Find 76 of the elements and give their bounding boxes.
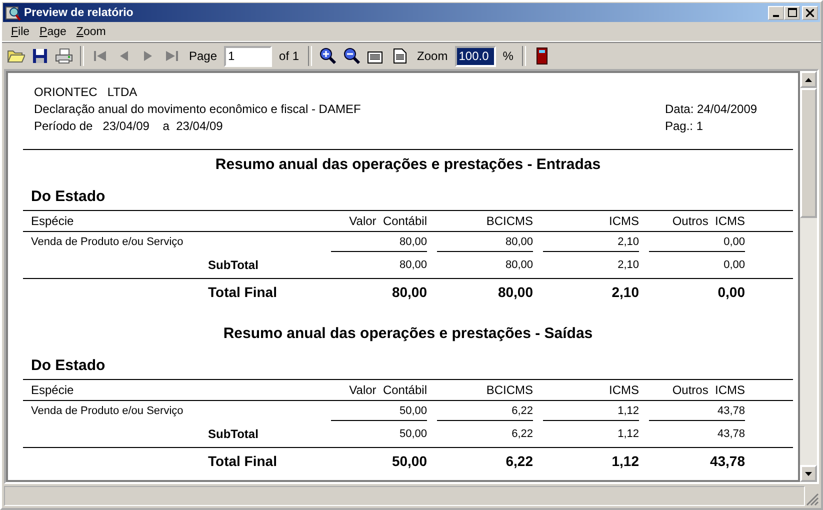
menu-item[interactable]: Zoom — [71, 26, 111, 38]
subtotal-label: SubTotal — [207, 427, 260, 441]
table-cell-text: 6,22 — [504, 453, 533, 469]
column-header: ICMS — [608, 214, 639, 228]
group-title: Do Estado — [31, 188, 106, 207]
table-cell-text: 80,00 — [398, 259, 427, 271]
page-number: Pag.: 1 — [665, 119, 704, 133]
table-cell-text: 1,12 — [616, 428, 639, 440]
table-cell: 80,00 — [331, 232, 427, 252]
report-date: Data: 24/04/2009 — [665, 102, 758, 116]
table-cell-text: 0,00 — [716, 284, 745, 300]
percent-label: % — [502, 49, 514, 63]
subtotal-label: SubTotal — [207, 258, 260, 272]
row-label: Venda de Produto e/ou Serviço — [30, 236, 184, 248]
column-header: BCICMS — [485, 214, 533, 228]
page-field[interactable]: 1 — [224, 46, 272, 66]
maximize-icon — [788, 8, 796, 17]
scroll-down-button[interactable] — [800, 465, 817, 482]
table-cell-text: 0,00 — [722, 259, 745, 271]
zoom-label: Zoom — [416, 49, 449, 63]
company-name: ORIONTEC LTDA — [34, 85, 138, 99]
table-cell-text: 43,78 — [708, 453, 745, 469]
down-arrow-icon — [805, 472, 812, 476]
table-cell-text: 50,00 — [398, 428, 427, 440]
group-title: Do Estado — [31, 357, 106, 376]
page-label: Page — [188, 49, 218, 63]
scroll-up-button[interactable] — [800, 71, 817, 88]
total-label: Total Final — [207, 453, 278, 469]
table-cell: 0,00 — [649, 232, 745, 252]
zoom-field[interactable]: 100.0 — [454, 46, 496, 66]
table-cell-text: 2,10 — [610, 284, 639, 300]
table-cell: 6,22 — [437, 402, 533, 420]
menu-item[interactable]: File — [6, 26, 35, 38]
zoom-out-icon[interactable] — [342, 46, 362, 66]
column-header: Espécie — [30, 383, 75, 397]
table-cell-text: 50,00 — [390, 453, 427, 469]
column-header: ICMS — [608, 383, 639, 397]
report-description: Declaração anual do movimento econômico e fiscal - DAMEF — [34, 102, 361, 116]
table-cell-text: 1,12 — [610, 453, 639, 469]
resize-grip-icon[interactable] — [805, 492, 819, 506]
table-cell-text: 2,10 — [616, 259, 639, 271]
scrollbar-thumb[interactable] — [800, 88, 817, 218]
maximize-button[interactable] — [784, 6, 800, 20]
column-header: Valor Contábil — [348, 214, 427, 228]
column-header: Espécie — [30, 214, 75, 228]
close-icon — [806, 8, 814, 16]
column-header: Outros ICMS — [671, 214, 745, 228]
row-label: Venda de Produto e/ou Serviço — [30, 405, 184, 417]
column-header: Valor Contábil — [348, 383, 427, 397]
zoom-in-icon[interactable] — [318, 46, 338, 66]
report-period: Período de 23/04/09 a 23/04/09 — [34, 119, 224, 133]
column-header: BCICMS — [485, 383, 533, 397]
total-label: Total Final — [207, 284, 278, 300]
table-cell: 1,12 — [543, 402, 639, 420]
column-header: Outros ICMS — [671, 383, 745, 397]
page-count: of 1 — [278, 49, 300, 63]
table-cell: 43,78 — [649, 402, 745, 420]
table-cell-text: 80,00 — [504, 259, 533, 271]
table-cell-text: 80,00 — [496, 284, 533, 300]
table-cell-text: 80,00 — [390, 284, 427, 300]
table-cell: 2,10 — [543, 232, 639, 252]
up-arrow-icon — [805, 78, 812, 82]
save-icon[interactable] — [30, 46, 50, 66]
menu-item[interactable]: Page — [34, 26, 72, 38]
window-title: Preview de relatório — [24, 6, 134, 18]
minimize-button[interactable] — [768, 6, 784, 20]
table-cell: 50,00 — [331, 402, 427, 420]
app-icon — [5, 4, 21, 20]
table-cell: 80,00 — [437, 232, 533, 252]
table-cell-text: 43,78 — [716, 428, 745, 440]
table-cell-text: 6,22 — [510, 428, 533, 440]
close-button[interactable] — [802, 6, 818, 20]
section-title: Resumo anual das operações e prestações - Saídas — [222, 325, 594, 344]
minimize-icon — [773, 14, 779, 16]
printer-icon[interactable] — [54, 46, 74, 66]
section-title: Resumo anual das operações e prestações - Entradas — [214, 156, 602, 175]
